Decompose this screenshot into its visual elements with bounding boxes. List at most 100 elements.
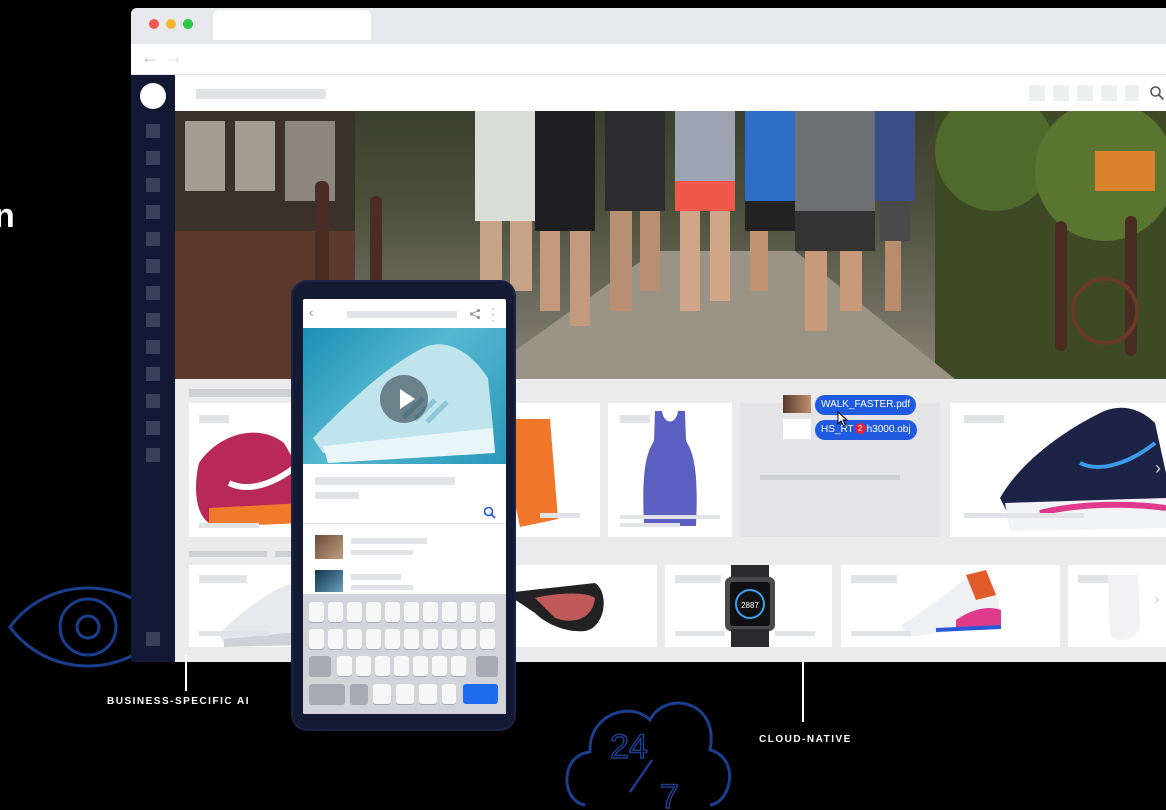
keyboard-key[interactable] xyxy=(347,629,362,649)
keyboard-key[interactable] xyxy=(480,629,495,649)
cloud-icon: 24 7 xyxy=(565,701,731,810)
carousel-next-icon-2[interactable]: › xyxy=(1154,591,1159,609)
mobile-search-icon[interactable] xyxy=(483,506,496,519)
product-card-white-socks[interactable]: › xyxy=(1068,565,1166,647)
sunglasses-image xyxy=(505,583,604,632)
keyboard-key[interactable] xyxy=(309,602,324,622)
sidebar-item-10[interactable] xyxy=(146,367,160,381)
more-vertical-icon[interactable]: · · · xyxy=(491,302,495,326)
keyboard-key[interactable] xyxy=(461,629,476,649)
mobile-list-item-2-sub xyxy=(351,585,413,590)
maximize-window-button[interactable] xyxy=(183,19,193,29)
keyboard-key[interactable] xyxy=(366,629,381,649)
cloud-24-text: 24 xyxy=(610,728,648,766)
mobile-back-icon[interactable]: ‹ xyxy=(309,304,314,320)
blue-tank-top-image xyxy=(643,411,697,526)
forward-arrow-icon[interactable]: → xyxy=(165,47,183,67)
mobile-product-price-placeholder xyxy=(315,492,359,499)
sidebar-item-11[interactable] xyxy=(146,394,160,408)
mobile-list-item-2-thumb[interactable] xyxy=(315,570,343,592)
keyboard-key[interactable] xyxy=(442,684,456,704)
keyboard-key[interactable] xyxy=(423,629,438,649)
keyboard-key[interactable] xyxy=(396,684,414,704)
sidebar-item-8[interactable] xyxy=(146,313,160,327)
sidebar-item-1[interactable] xyxy=(146,124,160,138)
toolbar-button-2[interactable] xyxy=(1053,85,1069,101)
sidebar-item-3[interactable] xyxy=(146,178,160,192)
sidebar-item-4[interactable] xyxy=(146,205,160,219)
keyboard-key[interactable] xyxy=(413,656,428,676)
keyboard-key[interactable] xyxy=(328,629,343,649)
app-logo[interactable] xyxy=(140,83,166,109)
keyboard-key[interactable] xyxy=(366,602,381,622)
keyboard-key[interactable] xyxy=(375,656,390,676)
cloud-native-callout-line xyxy=(802,662,804,722)
mobile-divider xyxy=(303,523,506,524)
page-title-placeholder xyxy=(196,89,326,99)
product-card-pink-shoe[interactable] xyxy=(189,403,309,537)
search-icon[interactable] xyxy=(1149,85,1165,101)
sidebar-item-13[interactable] xyxy=(146,448,160,462)
product-card-blue-tank[interactable] xyxy=(608,403,732,537)
sidebar-item-12[interactable] xyxy=(146,421,160,435)
keyboard-shift-key[interactable] xyxy=(309,656,331,676)
keyboard-key[interactable] xyxy=(442,602,457,622)
keyboard-key[interactable] xyxy=(404,602,419,622)
product-card-smartwatch[interactable]: 2887 xyxy=(665,565,832,647)
keyboard-key[interactable] xyxy=(347,602,362,622)
mobile-list-item-1-sub xyxy=(351,550,413,555)
toolbar-button-5[interactable] xyxy=(1125,85,1139,101)
sidebar-settings-item[interactable] xyxy=(146,632,160,646)
attachment-chip-walk-faster[interactable]: WALK_FASTER.pdf xyxy=(815,395,917,415)
keyboard-backspace-key[interactable] xyxy=(476,656,498,676)
keyboard-key[interactable] xyxy=(356,656,371,676)
product-card-navy-shoe[interactable]: › xyxy=(950,403,1166,537)
keyboard-key[interactable] xyxy=(328,602,343,622)
browser-titlebar xyxy=(131,8,1166,44)
pink-running-shoe-image xyxy=(196,432,307,527)
mobile-list-item-1-thumb[interactable] xyxy=(315,535,343,559)
product-card-pink-blue-sneaker[interactable] xyxy=(841,565,1060,647)
keyboard-key[interactable] xyxy=(385,602,400,622)
keyboard-key[interactable] xyxy=(309,629,324,649)
sidebar-item-7[interactable] xyxy=(146,286,160,300)
attachment-thumb-2 xyxy=(783,419,811,439)
keyboard-space-key[interactable] xyxy=(373,684,391,704)
browser-tab[interactable] xyxy=(213,10,371,40)
keyboard-key[interactable] xyxy=(385,629,400,649)
sidebar-item-6[interactable] xyxy=(146,259,160,273)
keyboard-key[interactable] xyxy=(461,602,476,622)
product-card-white-shoe[interactable] xyxy=(189,565,309,647)
keyboard-key[interactable] xyxy=(394,656,409,676)
sidebar-item-5[interactable] xyxy=(146,232,160,246)
toolbar-button-3[interactable] xyxy=(1077,85,1093,101)
mobile-phone: ‹ · · · xyxy=(293,282,514,729)
keyboard-key[interactable] xyxy=(451,656,466,676)
mouse-cursor-icon xyxy=(837,411,849,427)
keyboard-emoji-key[interactable] xyxy=(350,684,368,704)
share-icon[interactable] xyxy=(469,308,481,320)
mobile-list-item-2-title xyxy=(351,574,401,580)
toolbar-button-1[interactable] xyxy=(1029,85,1045,101)
close-window-button[interactable] xyxy=(149,19,159,29)
keyboard-key[interactable] xyxy=(423,602,438,622)
sidebar-item-2[interactable] xyxy=(146,151,160,165)
keyboard-key[interactable] xyxy=(480,602,495,622)
toolbar-button-4[interactable] xyxy=(1101,85,1117,101)
play-icon xyxy=(400,389,415,409)
keyboard-key[interactable] xyxy=(337,656,352,676)
keyboard-key[interactable] xyxy=(442,629,457,649)
keyboard-numbers-key[interactable] xyxy=(309,684,345,704)
attachment-chip-hs-rt[interactable]: HS_RT 2 h3000.obj xyxy=(815,420,917,440)
back-arrow-icon[interactable]: ← xyxy=(141,47,159,67)
product-video-thumbnail[interactable] xyxy=(303,328,506,464)
mobile-product-title-placeholder xyxy=(315,477,455,485)
sidebar-item-9[interactable] xyxy=(146,340,160,354)
keyboard-key[interactable] xyxy=(432,656,447,676)
keyboard-key[interactable] xyxy=(419,684,437,704)
carousel-next-icon[interactable]: › xyxy=(1155,458,1161,479)
minimize-window-button[interactable] xyxy=(166,19,176,29)
keyboard-key[interactable] xyxy=(404,629,419,649)
mobile-screen: ‹ · · · xyxy=(303,299,506,714)
keyboard-go-key[interactable] xyxy=(463,684,498,704)
